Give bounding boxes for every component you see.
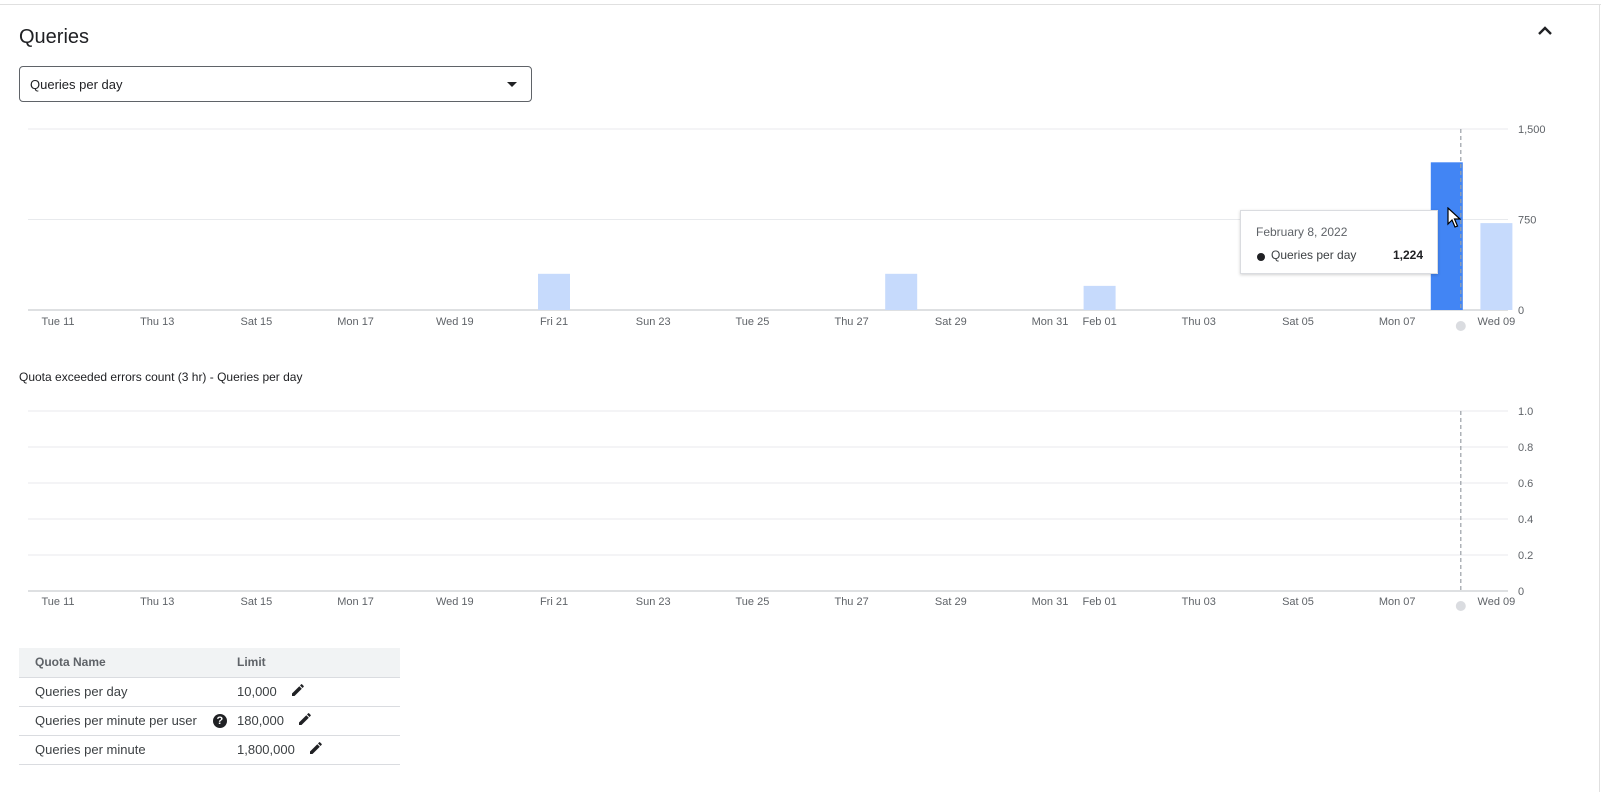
x-tick-label: Tue 11: [41, 316, 74, 328]
bar: [1480, 223, 1513, 310]
quota-name: Queries per minute per user: [35, 713, 197, 728]
quota-name-cell: Queries per day: [19, 677, 237, 707]
x-tick-label: Fri 21: [540, 316, 568, 328]
queries-chart: 1,500 750 0 Tue 11 Thu 13 Sat 15 Mon 17 Wed 19 F…: [0, 0, 1601, 345]
tooltip-date: February 8, 2022: [1256, 225, 1348, 239]
tooltip-value: 1,224: [1392, 248, 1423, 262]
quota-name-cell: Queries per minute: [19, 735, 237, 765]
quota-table: Quota Name Limit Queries per day 10,000 …: [19, 648, 400, 765]
x-tick-label: Sat 29: [935, 316, 967, 328]
column-header-limit: Limit: [237, 648, 400, 678]
x-tick-label: Wed 09: [1478, 316, 1516, 328]
x-tick-label: Sat 15: [240, 316, 272, 328]
x-tick-label: Mon 07: [1379, 596, 1416, 608]
y-tick-label: 0.4: [1518, 514, 1533, 526]
edit-pencil-icon[interactable]: [291, 683, 305, 700]
x-tick-label: Feb 01: [1082, 596, 1116, 608]
errors-chart: 1.0 0.8 0.6 0.4 0.2 0 Tue 11 Thu 13 Sat 15 Mon 17…: [0, 345, 1601, 615]
x-tick-label: Sat 15: [240, 596, 272, 608]
crosshair-marker: [1455, 321, 1466, 331]
edit-pencil-icon[interactable]: [298, 712, 312, 729]
x-tick-label: Tue 11: [41, 596, 74, 608]
x-tick-label: Mon 07: [1379, 316, 1416, 328]
y-tick-label: 0.8: [1518, 442, 1533, 454]
x-tick-label: Wed 09: [1478, 596, 1516, 608]
errors-chart-svg: 1.0 0.8 0.6 0.4 0.2 0 Tue 11 Thu 13 Sat 15 Mon 17…: [28, 406, 1533, 611]
quota-limit: 1,800,000: [237, 742, 295, 757]
x-tick-label: Mon 31: [1032, 316, 1069, 328]
quota-limit: 180,000: [237, 713, 284, 728]
table-header-row: Quota Name Limit: [19, 648, 400, 678]
tooltip-series-name: Queries per day: [1271, 248, 1357, 262]
crosshair-marker: [1455, 601, 1466, 611]
x-tick-label: Wed 19: [436, 596, 474, 608]
limit-cell: 1,800,000: [237, 735, 400, 765]
y-tick-label: 0.6: [1518, 478, 1533, 490]
edit-pencil-icon[interactable]: [309, 741, 323, 758]
y-tick-label: 0: [1518, 586, 1524, 598]
y-tick-label: 1.0: [1518, 406, 1533, 418]
x-tick-label: Thu 03: [1182, 316, 1216, 328]
tooltip-series-dot: [1257, 253, 1265, 261]
x-tick-label: Mon 17: [337, 316, 374, 328]
y-tick-label: 0: [1518, 305, 1524, 317]
column-header-quota-name: Quota Name: [19, 648, 237, 678]
x-tick-label: Sun 23: [636, 596, 671, 608]
y-tick-label: 1,500: [1518, 124, 1546, 136]
x-tick-label: Tue 25: [735, 596, 769, 608]
table-row: Queries per day 10,000: [19, 677, 400, 707]
bar: [1083, 285, 1116, 310]
mouse-pointer-icon: [1447, 206, 1462, 234]
table-row: Queries per minute per user ? 180,000: [19, 706, 400, 736]
x-tick-label: Sun 23: [636, 316, 671, 328]
quota-limit: 10,000: [237, 684, 277, 699]
limit-cell: 180,000: [237, 706, 400, 736]
quota-name: Queries per minute: [35, 742, 146, 757]
quota-name-cell: Queries per minute per user ?: [19, 706, 237, 736]
x-tick-label: Mon 31: [1032, 596, 1069, 608]
quota-name: Queries per day: [35, 684, 128, 699]
queries-chart-svg: 1,500 750 0 Tue 11 Thu 13 Sat 15 Mon 17 Wed 19 F…: [28, 124, 1546, 331]
x-tick-label: Thu 13: [140, 316, 174, 328]
chart-tooltip: February 8, 2022 Queries per day 1,224: [1240, 210, 1438, 274]
y-tick-label: 0.2: [1518, 550, 1533, 562]
bar: [538, 273, 570, 310]
x-tick-label: Tue 25: [735, 316, 769, 328]
x-tick-label: Thu 13: [140, 596, 174, 608]
y-tick-label: 750: [1518, 215, 1536, 227]
x-tick-label: Mon 17: [337, 596, 374, 608]
x-tick-label: Wed 19: [436, 316, 474, 328]
table-row: Queries per minute 1,800,000: [19, 735, 400, 765]
help-icon[interactable]: ?: [212, 713, 227, 728]
x-tick-label: Thu 27: [834, 596, 868, 608]
x-tick-label: Thu 03: [1182, 596, 1216, 608]
x-tick-label: Sat 05: [1282, 596, 1314, 608]
x-tick-label: Sat 29: [935, 596, 967, 608]
limit-cell: 10,000: [237, 677, 400, 707]
x-tick-label: Fri 21: [540, 596, 568, 608]
x-tick-label: Feb 01: [1082, 316, 1116, 328]
x-tick-label: Sat 05: [1282, 316, 1314, 328]
x-tick-label: Thu 27: [834, 316, 868, 328]
bar: [885, 273, 918, 310]
